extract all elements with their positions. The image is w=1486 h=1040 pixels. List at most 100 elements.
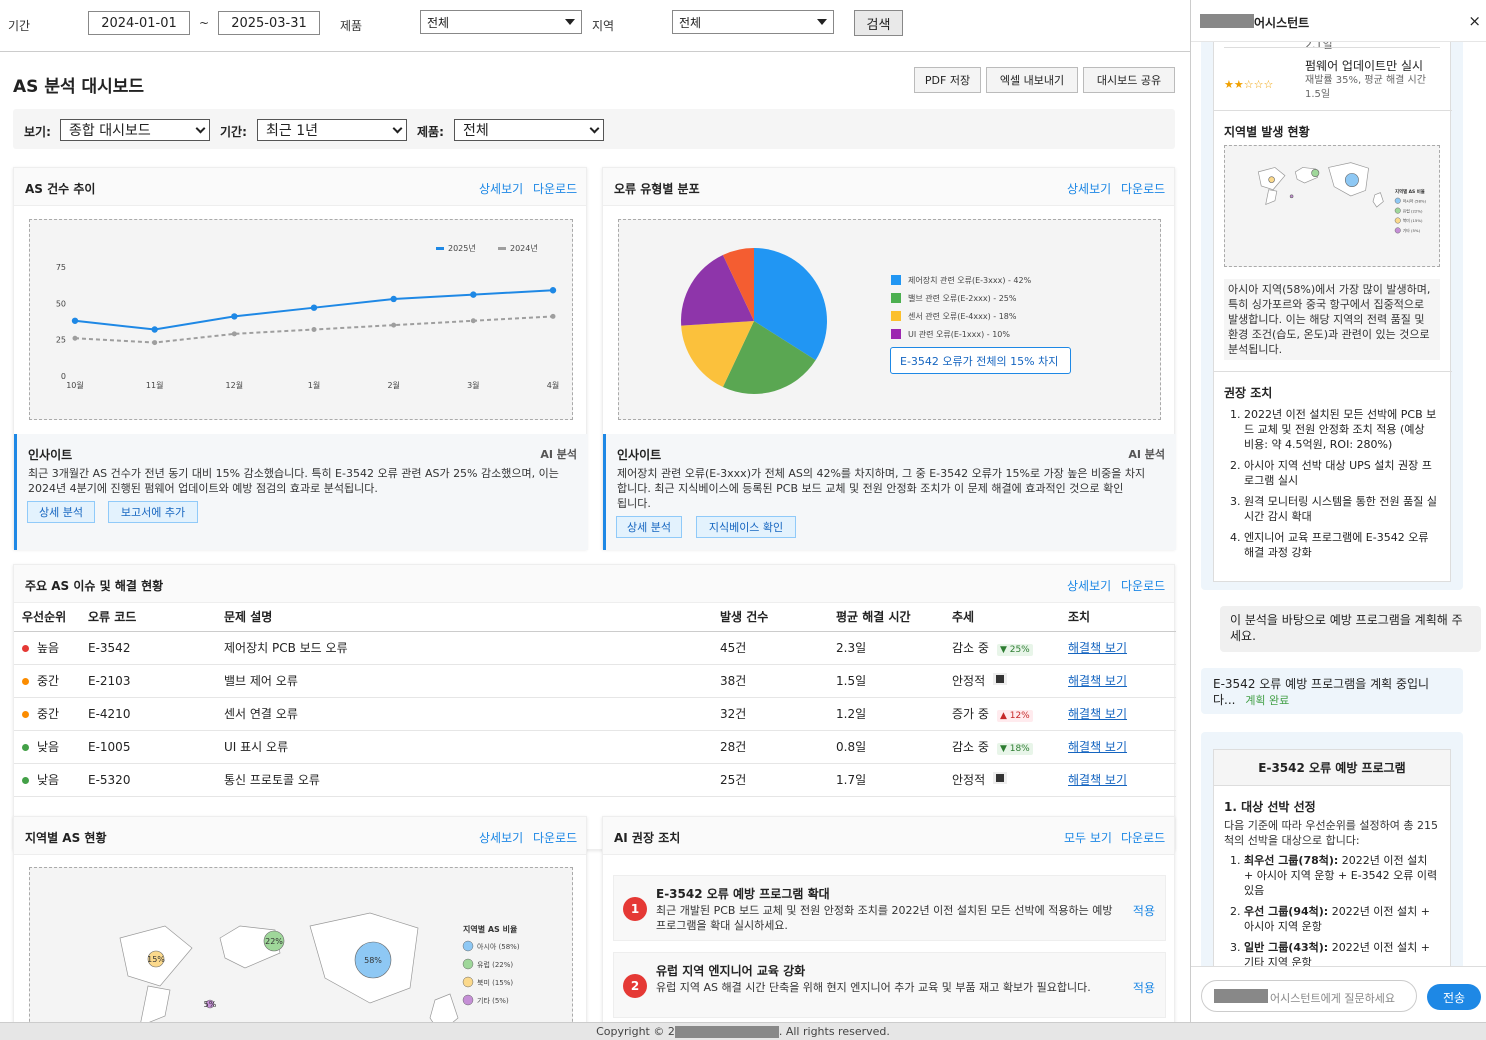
apply-button[interactable]: 적용: [1133, 902, 1155, 919]
view-select[interactable]: 종합 대시보드: [60, 119, 210, 141]
legend-label: 2025년: [448, 243, 476, 253]
card-header: AS 건수 추이 상세보기 다운로드: [14, 168, 586, 206]
priority-dot-icon: [22, 744, 29, 751]
data-point: [550, 313, 556, 319]
detail-link[interactable]: 상세보기: [479, 829, 523, 846]
download-link[interactable]: 다운로드: [533, 180, 577, 197]
excel-export-button[interactable]: 엑셀 내보내기: [986, 67, 1078, 93]
legend-label: 밸브 관련 오류(E-2xxx) - 25%: [908, 293, 1017, 303]
map-legend-title: 지역별 AS 비율: [1395, 188, 1425, 195]
view-solution-link[interactable]: 해결책 보기: [1068, 641, 1127, 655]
rec-section-title: 권장 조치: [1224, 386, 1273, 400]
x-tick-label: 10월: [66, 380, 84, 390]
list-item: 최우선 그룹(78척): 2022년 이전 설치 + 아시아 지역 운항 + E…: [1244, 853, 1438, 898]
priority-cell: 중간: [14, 664, 80, 698]
period-select[interactable]: 최근 1년: [257, 119, 407, 141]
region-map-area: 58% 22% 15% 5% 지역별 AS 비율 아시아 (58%) 유럽 (22%) 북미 …: [29, 867, 573, 1022]
rating-stars-icon: ★★☆☆☆: [1224, 78, 1274, 91]
x-tick-label: 4월: [547, 380, 559, 390]
priority-dot-icon: [22, 711, 29, 718]
column-header: 추세: [944, 603, 1060, 632]
card-header: 오류 유형별 분포 상세보기 다운로드: [603, 168, 1174, 206]
priority-cell: 높음: [14, 631, 80, 665]
legend-swatch: [498, 247, 506, 250]
add-to-report-button[interactable]: 보고서에 추가: [108, 501, 198, 523]
legend-swatch: [462, 976, 474, 988]
download-link[interactable]: 다운로드: [1121, 180, 1165, 197]
product-filter-select[interactable]: 전체: [454, 119, 604, 141]
action-cell: 해결책 보기: [1060, 697, 1176, 731]
download-link[interactable]: 다운로드: [1121, 577, 1165, 594]
date-to-input[interactable]: 2025-03-31: [218, 11, 320, 35]
date-tilde: ~: [199, 16, 210, 30]
product-label: 제품: [340, 19, 363, 33]
insight-line: 됩니다.: [617, 497, 651, 510]
search-button[interactable]: 검색: [854, 10, 903, 36]
column-header: 우선순위: [14, 603, 80, 632]
download-link[interactable]: 다운로드: [533, 829, 577, 846]
region-card: 지역별 AS 현황 상세보기 다운로드 58% 22% 15% 5% 지역별 AS 비율…: [13, 816, 587, 1022]
view-solution-link[interactable]: 해결책 보기: [1068, 707, 1127, 721]
count-cell: 32건: [712, 697, 828, 731]
card-header: AI 권장 조치 모두 보기 다운로드: [603, 817, 1174, 855]
pdf-save-button[interactable]: PDF 저장: [914, 67, 981, 93]
region-bubble: [1268, 176, 1275, 183]
insight-line: 최근 3개월간 AS 건수가 전년 동기 대비 15% 감소했습니다. 특히 E…: [28, 467, 559, 480]
pie-chart-area: 제어장치 관련 오류(E-3xxx) - 42% 밸브 관련 오류(E-2xxx)…: [618, 219, 1161, 420]
count-cell: 38건: [712, 664, 828, 698]
detail-analysis-button[interactable]: 상세 분석: [27, 501, 95, 523]
detail-link[interactable]: 상세보기: [1067, 577, 1111, 594]
plan-document: E-3542 오류 예방 프로그램 1. 대상 선박 선정 다음 기준에 따라 …: [1213, 749, 1451, 966]
detail-link[interactable]: 상세보기: [479, 180, 523, 197]
code-cell: E-1005: [80, 730, 216, 764]
legend-swatch: [891, 311, 901, 321]
view-all-link[interactable]: 모두 보기: [1064, 829, 1112, 846]
legend-label: 유럽 (22%): [1403, 208, 1423, 213]
mini-map: 지역별 AS 비율 아시아 (58%) 유럽 (22%) 북미 (15%) 기타 (5%…: [1224, 145, 1440, 267]
column-header: 문제 설명: [216, 603, 712, 632]
action-cell: 해결책 보기: [1060, 631, 1176, 665]
trend-cell: 감소 중 ▼ 18%: [944, 730, 1060, 764]
detail-link[interactable]: 상세보기: [1067, 180, 1111, 197]
chevron-down-icon: [392, 123, 403, 134]
list-item: 엔지니어 교육 프로그램에 E-3542 오류 해결 과정 강화: [1244, 530, 1438, 560]
chat-input[interactable]: 어시스턴트에게 질문하세요: [1201, 980, 1417, 1012]
view-solution-link[interactable]: 해결책 보기: [1068, 740, 1127, 754]
view-solution-link[interactable]: 해결책 보기: [1068, 674, 1127, 688]
footer: Copyright © 2 . All rights reserved.: [0, 1022, 1486, 1040]
date-from-input[interactable]: 2024-01-01: [88, 11, 190, 35]
desc-cell: 통신 프로토콜 오류: [216, 763, 712, 797]
close-icon[interactable]: ×: [1468, 12, 1481, 30]
legend-swatch: [462, 940, 474, 952]
priority-cell: 낮음: [14, 730, 80, 764]
legend-swatch: [1394, 217, 1401, 224]
download-link[interactable]: 다운로드: [1121, 829, 1165, 846]
option-desc-line: 재발률 35%, 평균 해결 시간: [1305, 75, 1426, 86]
trend-down-badge: ▼ 25%: [996, 644, 1033, 656]
code-cell: E-3542: [80, 631, 216, 665]
option-desc: 재발률 35%, 평균 해결 시간 1.5일: [1305, 74, 1426, 102]
as-trend-card: AS 건수 추이 상세보기 다운로드 0 25 50 75 10월 11월 12월 1월 2월 3…: [13, 167, 588, 550]
card-title: AI 권장 조치: [614, 831, 681, 845]
region-bubble: [1344, 173, 1359, 188]
data-point: [470, 291, 477, 298]
priority-text: 높음: [37, 641, 60, 655]
detail-analysis-button[interactable]: 상세 분석: [616, 516, 682, 538]
card-title: 지역별 AS 현황: [25, 831, 107, 845]
share-dashboard-button[interactable]: 대시보드 공유: [1083, 67, 1175, 93]
group-name: 일반 그룹(43척):: [1244, 941, 1329, 954]
data-point: [231, 313, 238, 320]
x-tick-label: 12월: [226, 380, 244, 390]
send-button[interactable]: 전송: [1427, 984, 1481, 1010]
apply-button[interactable]: 적용: [1133, 979, 1155, 996]
table-header-row: 우선순위 오류 코드 문제 설명 발생 건수 평균 해결 시간 추세 조치: [14, 603, 1176, 632]
view-solution-link[interactable]: 해결책 보기: [1068, 773, 1127, 787]
trend-text: 감소 중: [952, 641, 989, 655]
ai-analysis-label: AI 분석: [540, 448, 577, 461]
region-select[interactable]: 전체: [672, 10, 834, 34]
user-message: 이 분석을 바탕으로 예방 프로그램을 계획해 주세요.: [1220, 606, 1481, 652]
option-desc-line: 1.5일: [1305, 89, 1331, 100]
product-select[interactable]: 전체: [420, 10, 582, 34]
knowledge-base-button[interactable]: 지식베이스 확인: [696, 516, 796, 538]
desc-cell: 센서 연결 오류: [216, 697, 712, 731]
